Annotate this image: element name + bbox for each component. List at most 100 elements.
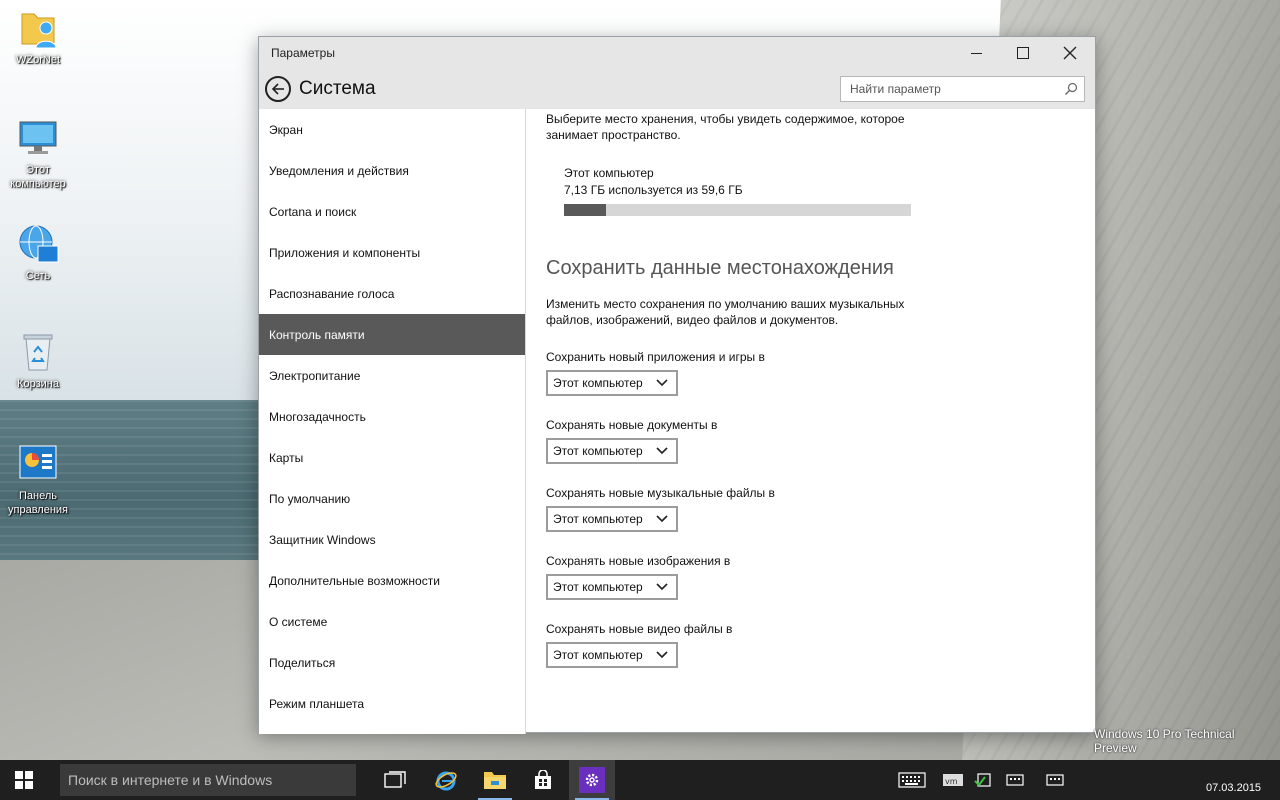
taskbar: Поиск в интернете и в Windows vm 07.03.2…	[0, 760, 1280, 800]
search-placeholder: Найти параметр	[850, 82, 941, 96]
file-explorer-icon	[484, 772, 506, 789]
sidebar-item-label: Защитник Windows	[269, 532, 376, 547]
sidebar-item-storage[interactable]: Контроль памяти	[259, 314, 525, 355]
videos-location-dropdown[interactable]: Этот компьютер	[546, 642, 678, 668]
back-button[interactable]	[265, 76, 291, 102]
desktop-icon-wzornet[interactable]: WZorNet	[0, 6, 76, 67]
desktop-icon-control-panel[interactable]: Панель управления	[0, 442, 76, 517]
drive-usage-text: 7,13 ГБ используется из 59,6 ГБ	[564, 183, 743, 197]
save-locations-description: Изменить место сохранения по умолчанию в…	[546, 297, 905, 327]
network-status-icon[interactable]	[1004, 770, 1026, 790]
taskbar-search-placeholder: Поиск в интернете и в Windows	[68, 772, 273, 788]
sidebar-item-multitasking[interactable]: Многозадачность	[259, 396, 525, 437]
save-locations-list: Сохранить новый приложения и игры в Этот…	[546, 349, 1066, 668]
action-center-check-icon[interactable]	[972, 770, 994, 790]
sidebar-item-maps[interactable]: Карты	[259, 437, 525, 478]
control-panel-icon	[16, 442, 60, 486]
svg-text:vm: vm	[945, 777, 958, 786]
language-grid-icon[interactable]	[1044, 770, 1066, 790]
sidebar-item-label: Карты	[269, 450, 304, 465]
dropdown-value: Этот компьютер	[553, 512, 643, 526]
task-view-icon	[384, 771, 406, 788]
windows-logo-icon	[15, 771, 33, 789]
taskbar-settings-button[interactable]	[569, 760, 615, 800]
desktop-icon-label: WZorNet	[16, 54, 60, 66]
sidebar-item-display[interactable]: Экран	[259, 109, 525, 150]
sidebar-item-label: Режим планшета	[269, 696, 365, 711]
desktop-icon-this-pc[interactable]: Этот компьютер	[0, 116, 76, 191]
sidebar-item-defaults[interactable]: По умолчанию	[259, 478, 525, 519]
touch-keyboard-icon[interactable]	[898, 770, 926, 790]
sidebar-item-tablet-mode[interactable]: Режим планшета	[259, 683, 525, 724]
sidebar-item-label: Электропитание	[269, 368, 361, 383]
dropdown-value: Этот компьютер	[553, 444, 643, 458]
page-title: Система	[299, 78, 376, 99]
storage-drive-tile[interactable]: Этот компьютер 7,13 ГБ используется из 5…	[564, 165, 1066, 216]
sidebar-item-optional-features[interactable]: Дополнительные возможности	[259, 560, 525, 601]
sidebar-item-label: Дополнительные возможности	[269, 573, 440, 588]
back-arrow-icon	[271, 83, 284, 95]
desktop-icon-network[interactable]: Сеть	[0, 222, 76, 283]
close-button[interactable]	[1047, 37, 1093, 69]
desktop-icon-label: Корзина	[17, 378, 59, 390]
sidebar-item-label: Приложения и компоненты	[269, 245, 421, 260]
taskbar-store-button[interactable]	[520, 760, 566, 800]
settings-sidebar: Экран Уведомления и действия Cortana и п…	[259, 109, 526, 734]
sidebar-item-label: Уведомления и действия	[269, 163, 409, 178]
page-header: Система Найти параметр	[259, 69, 1095, 109]
chevron-down-icon	[656, 447, 668, 455]
sidebar-item-label: Экран	[269, 122, 303, 137]
sidebar-item-speech[interactable]: Распознавание голоса	[259, 273, 525, 314]
sidebar-item-apps[interactable]: Приложения и компоненты	[259, 232, 525, 273]
settings-search-input[interactable]: Найти параметр	[840, 76, 1085, 102]
field-label: Сохранять новые видео файлы в	[546, 622, 733, 636]
close-icon	[1063, 46, 1077, 60]
drive-usage-bar	[564, 204, 911, 216]
user-folder-icon	[16, 6, 60, 50]
storage-content: Выберите место хранения, чтобы увидеть с…	[546, 109, 1066, 729]
sidebar-item-label: О системе	[269, 614, 328, 629]
internet-explorer-icon	[435, 771, 457, 791]
sidebar-item-power[interactable]: Электропитание	[259, 355, 525, 396]
sidebar-item-label: Поделиться	[269, 655, 336, 670]
maximize-button[interactable]	[1000, 37, 1046, 69]
gear-icon	[585, 773, 599, 787]
window-titlebar[interactable]: Параметры	[259, 37, 1095, 69]
desktop-icon-label: Панель управления	[8, 490, 68, 516]
apps-location-dropdown[interactable]: Этот компьютер	[546, 370, 678, 396]
settings-tile	[579, 767, 605, 793]
save-location-pictures: Сохранять новые изображения в Этот компь…	[546, 553, 1066, 600]
pictures-location-dropdown[interactable]: Этот компьютер	[546, 574, 678, 600]
save-locations-heading: Сохранить данные местонахождения	[546, 257, 894, 279]
documents-location-dropdown[interactable]: Этот компьютер	[546, 438, 678, 464]
sidebar-item-share[interactable]: Поделиться	[259, 642, 525, 683]
taskbar-search-input[interactable]: Поиск в интернете и в Windows	[60, 764, 356, 796]
taskbar-explorer-button[interactable]	[472, 760, 518, 800]
chevron-down-icon	[656, 515, 668, 523]
sidebar-item-defender[interactable]: Защитник Windows	[259, 519, 525, 560]
music-location-dropdown[interactable]: Этот компьютер	[546, 506, 678, 532]
start-button[interactable]	[0, 760, 48, 800]
sidebar-item-notifications[interactable]: Уведомления и действия	[259, 150, 525, 191]
task-view-button[interactable]	[372, 760, 418, 800]
taskbar-clock-date[interactable]: 07.03.2015	[1206, 782, 1261, 794]
taskbar-ie-button[interactable]	[423, 760, 469, 800]
window-title: Параметры	[271, 46, 335, 60]
sidebar-item-label: Многозадачность	[269, 409, 366, 424]
field-label: Сохранять новые документы в	[546, 418, 718, 432]
sidebar-item-label: Распознавание голоса	[269, 286, 395, 301]
storage-intro-text: Выберите место хранения, чтобы увидеть с…	[546, 112, 905, 142]
search-icon	[1065, 82, 1078, 95]
sidebar-item-about[interactable]: О системе	[259, 601, 525, 642]
drive-name: Этот компьютер	[564, 166, 654, 180]
dropdown-value: Этот компьютер	[553, 648, 643, 662]
desktop-icon-label: Сеть	[25, 270, 51, 282]
sidebar-item-cortana[interactable]: Cortana и поиск	[259, 191, 525, 232]
windows-build-watermark: Windows 10 Pro Technical Preview	[1094, 727, 1235, 755]
vm-tools-icon[interactable]: vm	[942, 770, 964, 790]
chevron-down-icon	[656, 379, 668, 387]
desktop-icon-recycle-bin[interactable]: Корзина	[0, 330, 76, 391]
minimize-button[interactable]	[953, 37, 999, 69]
save-location-videos: Сохранять новые видео файлы в Этот компь…	[546, 621, 1066, 668]
dropdown-value: Этот компьютер	[553, 376, 643, 390]
